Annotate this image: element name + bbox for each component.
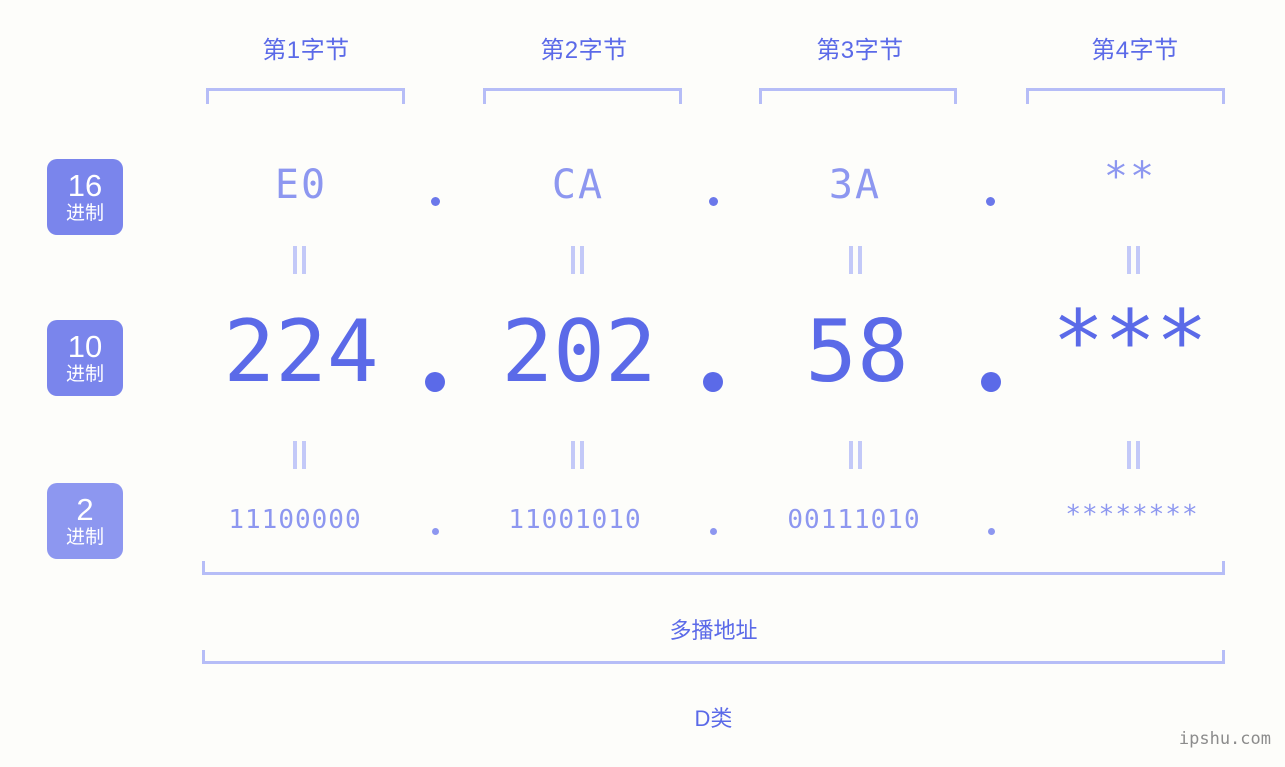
multicast-band-bracket	[202, 561, 1225, 575]
equals-icon-dec-bin-1	[293, 441, 307, 469]
equals-icon-dec-bin-4	[1127, 441, 1141, 469]
decimal-byte-1: 224	[223, 302, 379, 402]
binary-byte-1: 11100000	[228, 505, 362, 535]
radix-badge-hex-unit: 进制	[65, 202, 104, 224]
equals-icon-hex-dec-2	[571, 246, 585, 274]
binary-separator-3	[988, 528, 995, 535]
radix-badge-hex: 16 进制	[47, 159, 123, 235]
byte-bracket-2	[483, 88, 682, 104]
radix-badge-dec: 10 进制	[47, 320, 123, 396]
class-band-label: D类	[694, 706, 733, 731]
hex-separator-2	[709, 197, 718, 206]
radix-badge-bin-number: 2	[76, 491, 94, 527]
binary-byte-2: 11001010	[508, 505, 642, 535]
binary-byte-4: ********	[1065, 500, 1199, 530]
decimal-separator-2	[703, 372, 723, 392]
hex-byte-3: 3A	[828, 162, 882, 208]
hex-separator-1	[431, 197, 440, 206]
equals-icon-hex-dec-3	[849, 246, 863, 274]
equals-icon-dec-bin-2	[571, 441, 585, 469]
decimal-byte-3: 58	[805, 302, 909, 402]
radix-badge-bin-unit: 进制	[65, 526, 104, 548]
binary-separator-2	[710, 528, 717, 535]
byte-bracket-4	[1026, 88, 1225, 104]
equals-icon-dec-bin-3	[849, 441, 863, 469]
hex-byte-2: CA	[551, 162, 605, 208]
binary-byte-3: 00111010	[787, 505, 921, 535]
decimal-separator-3	[981, 372, 1001, 392]
class-band-bracket	[202, 650, 1225, 664]
hex-byte-1: E0	[274, 162, 328, 208]
byte-bracket-3	[759, 88, 957, 104]
byte-header-2: 第2字节	[540, 37, 628, 64]
radix-badge-dec-number: 10	[67, 328, 103, 364]
binary-separator-1	[432, 528, 439, 535]
decimal-separator-1	[425, 372, 445, 392]
byte-header-4: 第4字节	[1091, 37, 1179, 64]
radix-badge-dec-unit: 进制	[65, 363, 104, 385]
byte-bracket-1	[206, 88, 405, 104]
decimal-byte-2: 202	[501, 302, 657, 402]
multicast-band-label: 多播地址	[669, 618, 758, 643]
equals-icon-hex-dec-4	[1127, 246, 1141, 274]
radix-badge-hex-number: 16	[67, 167, 103, 203]
byte-header-1: 第1字节	[262, 37, 350, 64]
hex-separator-3	[986, 197, 995, 206]
radix-badge-bin: 2 进制	[47, 483, 123, 559]
equals-icon-hex-dec-1	[293, 246, 307, 274]
hex-byte-4: **	[1103, 154, 1157, 200]
byte-header-3: 第3字节	[816, 37, 904, 64]
decimal-byte-4: ***	[1052, 292, 1208, 392]
watermark: ipshu.com	[1178, 729, 1271, 749]
ip-address-breakdown-diagram: 第1字节 第2字节 第3字节 第4字节 16 进制 10 进制 2 进制 E0 …	[0, 0, 1285, 767]
